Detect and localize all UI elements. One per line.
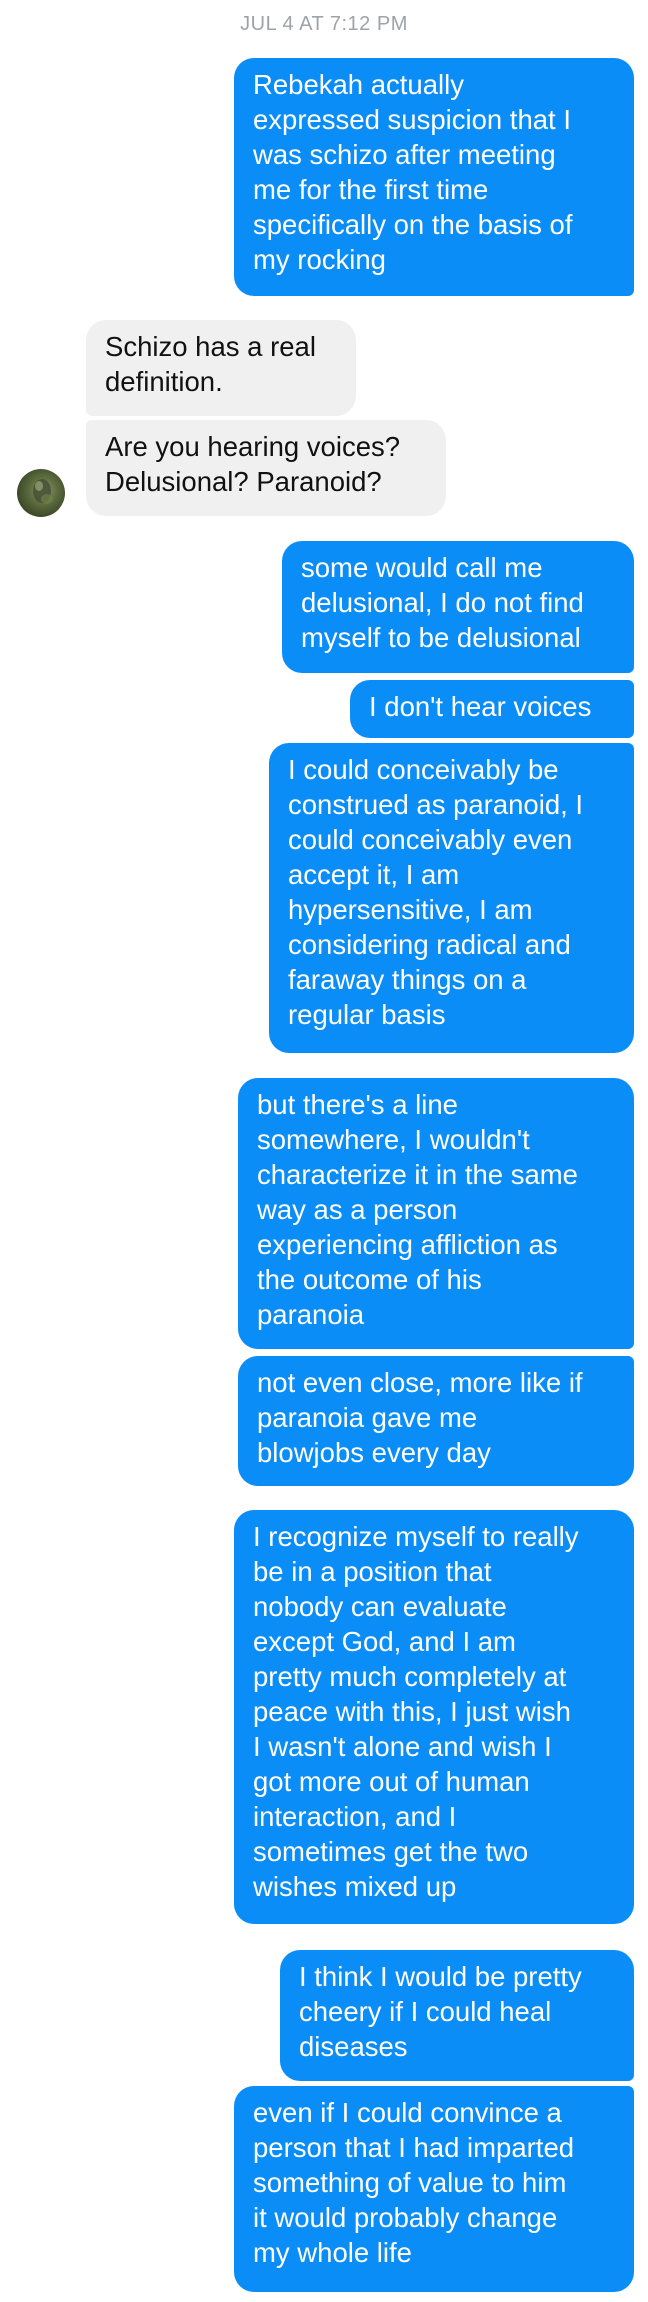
message-bubble-sent[interactable]: not even close, more like if paranoia ga… — [238, 1356, 634, 1486]
message-bubble-sent[interactable]: I think I would be pretty cheery if I co… — [280, 1950, 634, 2081]
message-bubble-sent[interactable]: Rebekah actually expressed suspicion tha… — [234, 58, 634, 296]
message-bubble-sent[interactable]: but there's a line somewhere, I wouldn't… — [238, 1078, 634, 1349]
message-bubble-sent[interactable]: even if I could convince a person that I… — [234, 2086, 634, 2292]
message-bubble-received[interactable]: Are you hearing voices? Delusional? Para… — [86, 420, 446, 516]
message-bubble-received[interactable]: Schizo has a real definition. — [86, 320, 356, 416]
contact-avatar[interactable] — [17, 469, 65, 517]
message-bubble-sent[interactable]: some would call me delusional, I do not … — [282, 541, 634, 673]
conversation-timestamp: JUL 4 AT 7:12 PM — [240, 13, 408, 35]
message-bubble-sent[interactable]: I could conceivably be construed as para… — [269, 743, 634, 1053]
message-bubble-sent[interactable]: I recognize myself to really be in a pos… — [234, 1510, 634, 1924]
message-bubble-sent[interactable]: I don't hear voices — [350, 680, 634, 738]
